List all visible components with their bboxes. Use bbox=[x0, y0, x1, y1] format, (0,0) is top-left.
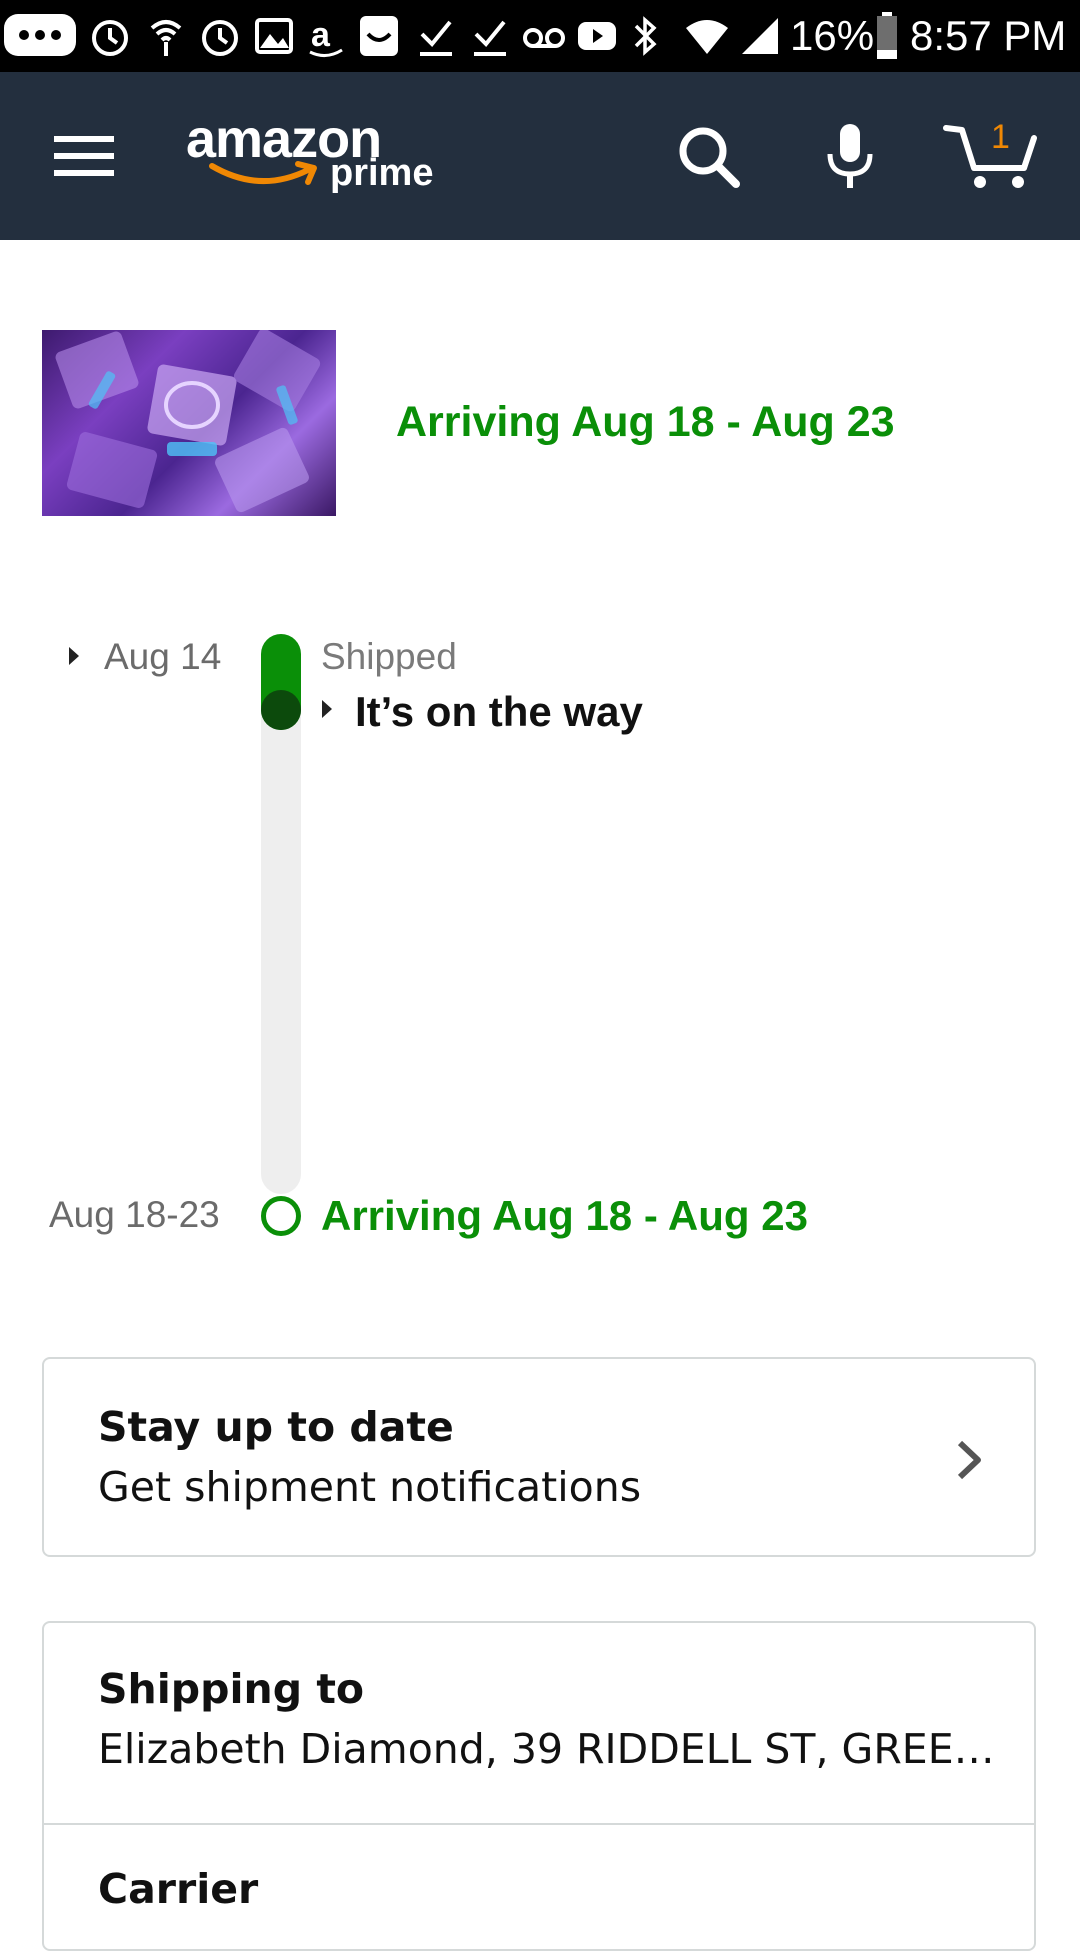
alarm-icon bbox=[202, 20, 238, 56]
clock: 8:57 PM bbox=[910, 12, 1067, 59]
timeline-current-dot bbox=[261, 690, 301, 730]
smile-icon bbox=[360, 16, 398, 56]
gallery-icon bbox=[255, 18, 293, 54]
youtube-icon bbox=[578, 22, 616, 50]
shipping-address: Elizabeth Diamond, 39 RIDDELL ST, GREE… bbox=[98, 1725, 995, 1773]
bluetooth-icon bbox=[634, 16, 657, 56]
logo-prime: prime bbox=[330, 152, 434, 194]
notifications-title: Stay up to date bbox=[98, 1403, 454, 1451]
shipped-label: Shipped bbox=[321, 636, 457, 677]
product-image[interactable] bbox=[42, 330, 336, 516]
smile-arrow-icon bbox=[209, 161, 317, 185]
product-pattern bbox=[55, 330, 321, 513]
shipping-details-card: Shipping to Elizabeth Diamond, 39 RIDDEL… bbox=[42, 1621, 1036, 1951]
battery-percent: 16% bbox=[790, 12, 875, 59]
svg-text:a: a bbox=[311, 16, 331, 54]
app-header: amazon prime 1 bbox=[0, 72, 1080, 240]
notifications-subtitle: Get shipment notifications bbox=[98, 1463, 642, 1511]
timeline-end-dot bbox=[261, 1196, 301, 1236]
caret-right-icon bbox=[69, 647, 79, 665]
more-icon bbox=[4, 14, 76, 56]
menu-icon[interactable] bbox=[52, 132, 116, 180]
caret-right-icon bbox=[322, 700, 332, 718]
shipment-status: It’s on the way bbox=[355, 688, 643, 735]
check-icon bbox=[420, 20, 452, 56]
alarm-icon bbox=[92, 20, 128, 56]
carrier-title: Carrier bbox=[98, 1865, 259, 1913]
battery-icon bbox=[877, 12, 897, 59]
arrival-headline: Arriving Aug 18 - Aug 23 bbox=[396, 398, 895, 446]
shipped-date: Aug 14 bbox=[104, 636, 222, 677]
cart-icon bbox=[943, 125, 1037, 188]
wireless-icon bbox=[150, 20, 182, 56]
status-bar: a 16% 8:57 PM bbox=[0, 0, 1080, 72]
cart-count: 1 bbox=[991, 118, 1010, 156]
notifications-card[interactable]: Stay up to date Get shipment notificatio… bbox=[42, 1357, 1036, 1557]
signal-icon bbox=[742, 18, 778, 54]
wifi-icon bbox=[686, 20, 728, 54]
check-icon bbox=[474, 20, 506, 56]
search-icon[interactable] bbox=[676, 124, 742, 190]
arrival-status: Arriving Aug 18 - Aug 23 bbox=[321, 1192, 808, 1239]
amazon-icon: a bbox=[309, 16, 343, 57]
shipping-to-title: Shipping to bbox=[98, 1665, 365, 1713]
chevron-right-icon bbox=[957, 1440, 981, 1480]
microphone-icon[interactable] bbox=[822, 122, 878, 192]
divider bbox=[44, 1823, 1034, 1825]
voicemail-icon bbox=[523, 28, 565, 48]
arrival-date: Aug 18-23 bbox=[49, 1194, 220, 1235]
